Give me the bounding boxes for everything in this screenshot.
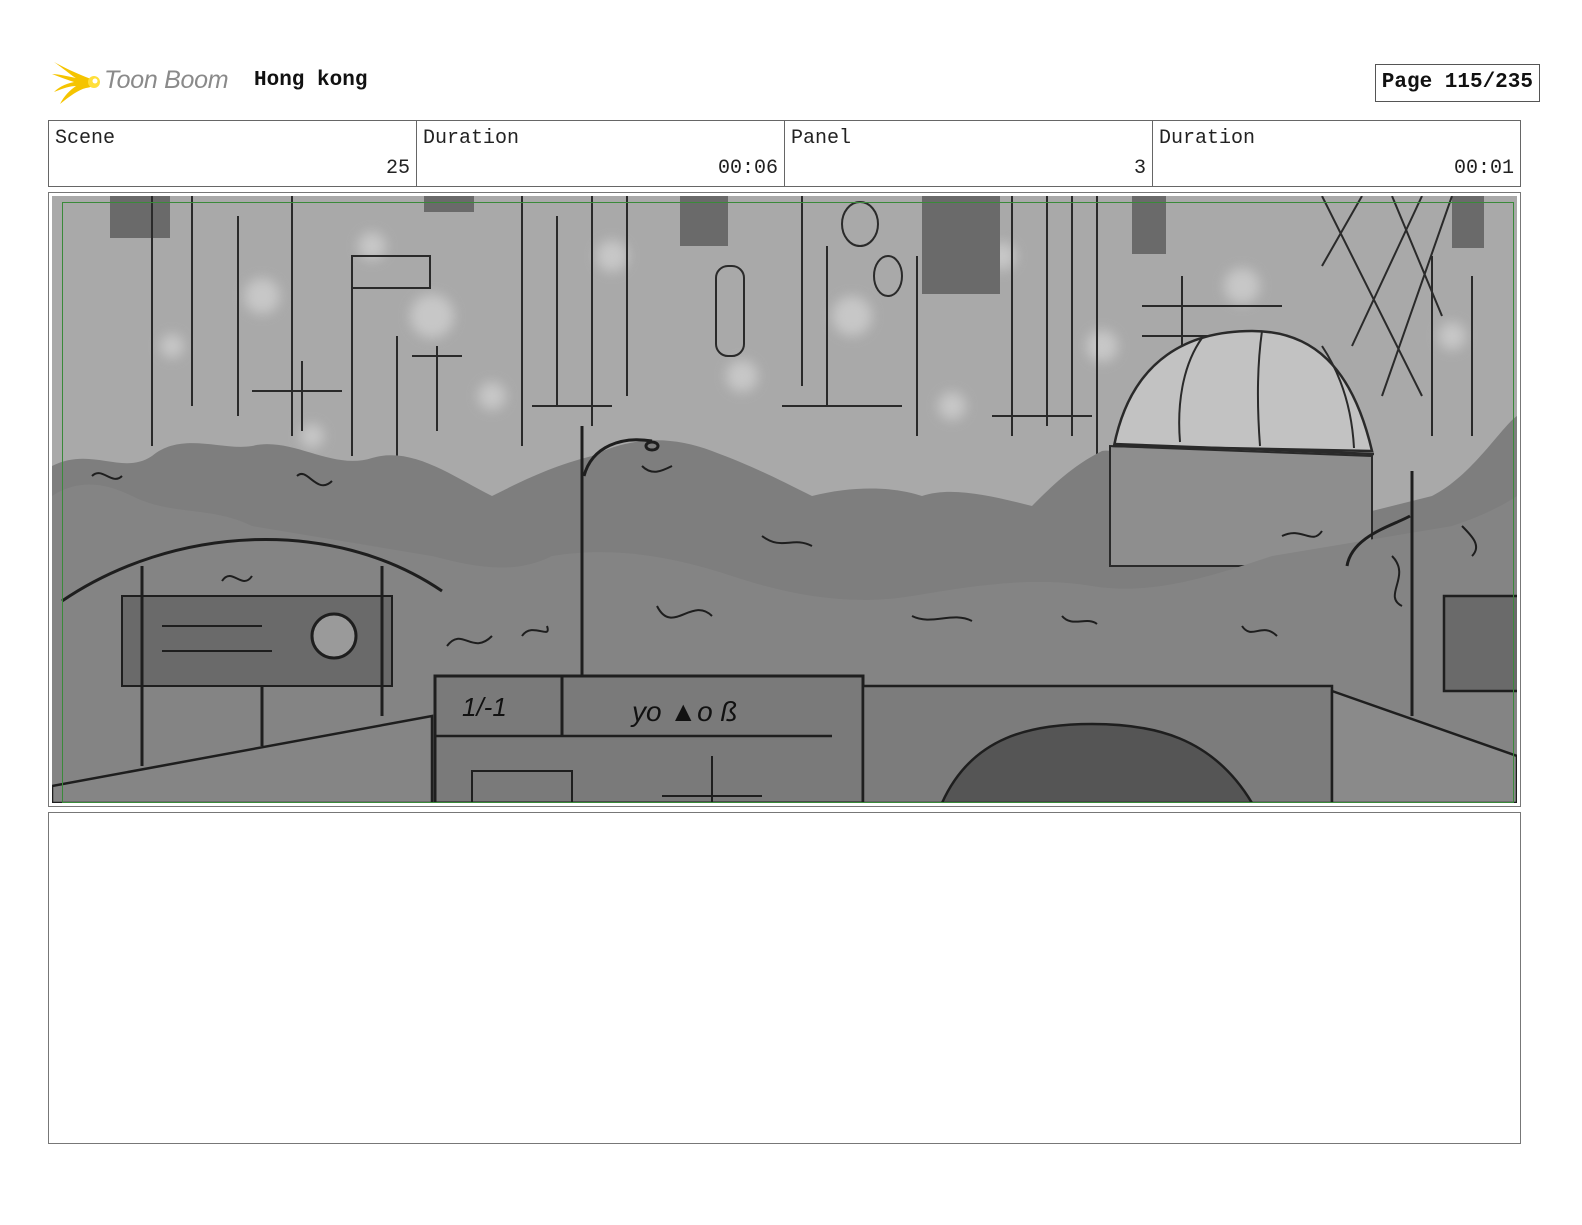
page-number: Page 115/235 xyxy=(1374,64,1540,102)
scene-duration-value: 00:06 xyxy=(717,157,778,180)
logo-text: Toon Boom xyxy=(104,66,229,94)
panel-label: Panel xyxy=(791,127,852,150)
page-header: Toon Boom Hong kong Page 115/235 xyxy=(50,56,1540,108)
scene-cell: Scene 25 xyxy=(49,121,417,186)
scene-value: 25 xyxy=(385,157,410,180)
flame-icon xyxy=(52,62,100,104)
storyboard-panel: 1/-1 yo ▲o ß xyxy=(48,192,1521,807)
dialogue-notes-box[interactable] xyxy=(48,812,1521,1144)
city-street-sketch: 1/-1 yo ▲o ß xyxy=(52,196,1517,803)
scene-label: Scene xyxy=(55,127,116,150)
project-title: Hong kong xyxy=(254,69,368,92)
scene-duration-label: Duration xyxy=(423,127,520,150)
sign-left-text: 1/-1 xyxy=(462,692,507,722)
scene-info-table: Scene 25 Duration 00:06 Panel 3 Duration… xyxy=(48,120,1521,187)
panel-value: 3 xyxy=(1133,157,1146,180)
panel-duration-value: 00:01 xyxy=(1453,157,1514,180)
panel-sketch: 1/-1 yo ▲o ß xyxy=(52,196,1517,803)
panel-duration-cell: Duration 00:01 xyxy=(1153,121,1520,186)
scene-duration-cell: Duration 00:06 xyxy=(417,121,785,186)
panel-cell: Panel 3 xyxy=(785,121,1153,186)
sign-right-text: yo ▲o ß xyxy=(630,696,738,727)
panel-duration-label: Duration xyxy=(1159,127,1256,150)
